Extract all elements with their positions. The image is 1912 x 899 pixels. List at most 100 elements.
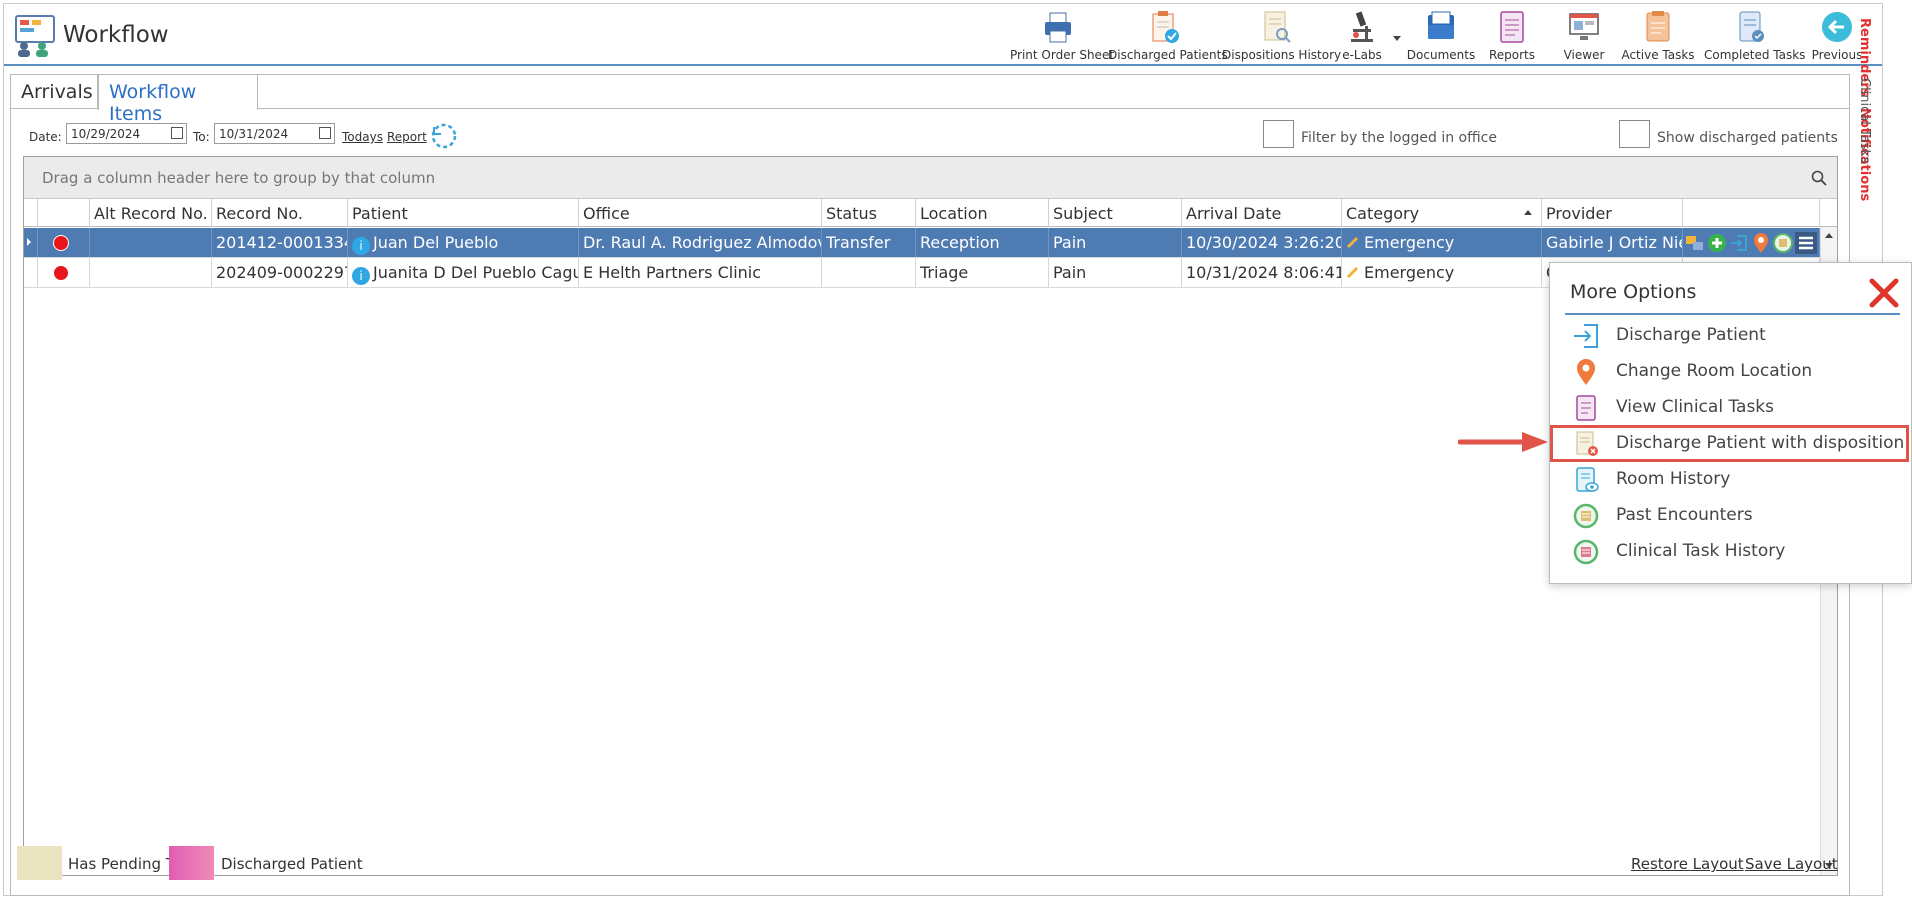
column-header-status-dot[interactable] [38, 199, 90, 227]
documents-icon [1428, 11, 1454, 39]
toolbar-label: Documents [1406, 48, 1476, 62]
reports-button[interactable]: Reports [1480, 6, 1544, 64]
show-discharged-checkbox[interactable] [1619, 120, 1650, 148]
status-dot-cell [38, 258, 90, 287]
encounter-icon[interactable] [1773, 233, 1793, 253]
tab-divider [11, 108, 1849, 109]
subject-cell: Pain [1049, 228, 1182, 257]
clinical-task-history-icon [1573, 539, 1599, 565]
past-encounters-icon [1573, 503, 1599, 529]
scroll-up-arrow-icon[interactable] [1825, 233, 1833, 238]
menu-item-change-room-location[interactable]: Change Room Location [1564, 355, 1904, 389]
active-tasks-button[interactable]: Active Tasks [1620, 6, 1696, 64]
menu-item-clinical-task-history[interactable]: Clinical Task History [1564, 535, 1904, 569]
discharge-icon[interactable] [1729, 233, 1749, 253]
discharged-patients-button[interactable]: Discharged Patients [1108, 6, 1228, 64]
print-order-sheet-button[interactable]: Print Order Sheet [1010, 6, 1114, 64]
clinical-tasks-icon [1576, 395, 1596, 421]
toolbar-label: Reports [1488, 48, 1536, 62]
completed-tasks-button[interactable]: Completed Tasks [1704, 6, 1805, 64]
menu-item-label: View Clinical Tasks [1616, 397, 1774, 417]
filter-office-checkbox[interactable] [1263, 120, 1294, 148]
todays-link[interactable]: Todays [342, 130, 383, 144]
menu-item-room-history[interactable]: Room History [1564, 463, 1904, 497]
toolbar-label: e-Labs [1342, 48, 1382, 62]
column-header-status[interactable]: Status [822, 199, 916, 227]
calendar-icon[interactable] [319, 127, 331, 139]
clinical-tasks-tab[interactable]: Clinical Tasks [1857, 78, 1872, 164]
restore-layout-link[interactable]: Restore Layout [1631, 855, 1744, 873]
status-cell: Transfer [822, 228, 916, 257]
e-labs-button[interactable]: e-Labs [1334, 6, 1390, 64]
dispositions-history-icon [1264, 11, 1291, 43]
red-status-dot-icon [53, 265, 69, 281]
search-icon[interactable] [1811, 170, 1827, 186]
add-icon[interactable] [1707, 233, 1727, 253]
date-to-field[interactable]: 10/31/2024 [214, 123, 335, 144]
column-header-record[interactable]: Record No. [212, 199, 348, 227]
chevron-down-icon [1393, 36, 1401, 41]
discharged-patient-swatch [169, 846, 214, 880]
red-status-dot-icon [53, 235, 69, 251]
transfer-icon[interactable] [1685, 233, 1705, 253]
column-header-actions [1683, 199, 1820, 227]
menu-item-label: Change Room Location [1616, 361, 1813, 381]
column-header-patient[interactable]: Patient [348, 199, 579, 227]
menu-icon[interactable] [1795, 232, 1817, 254]
viewer-button[interactable]: Viewer [1552, 6, 1616, 64]
column-header-office[interactable]: Office [579, 199, 822, 227]
refresh-icon[interactable] [429, 121, 459, 151]
popup-divider [1565, 313, 1900, 315]
row-indicator [24, 258, 38, 287]
tab-arrivals[interactable]: Arrivals [10, 74, 98, 109]
dispositions-history-button[interactable]: Dispositions History [1222, 6, 1341, 64]
save-layout-link[interactable]: Save Layout [1745, 855, 1838, 873]
patient-cell[interactable]: i Juanita D Del Pueblo Caguas [348, 258, 579, 287]
menu-item-label: Past Encounters [1616, 505, 1753, 525]
info-icon[interactable]: i [352, 237, 370, 255]
menu-item-discharge-patient[interactable]: Discharge Patient [1564, 319, 1904, 353]
discharge-icon [1574, 324, 1598, 348]
discharged-patients-icon [1152, 11, 1179, 43]
category-text: Emergency [1364, 263, 1455, 282]
column-header-arrival-date[interactable]: Arrival Date [1182, 199, 1342, 227]
active-tasks-icon [1646, 11, 1670, 42]
location-pin-icon[interactable] [1751, 232, 1771, 254]
status-cell [822, 258, 916, 287]
column-header-alt-record[interactable]: Alt Record No. [90, 199, 212, 227]
category-cell: Emergency [1342, 228, 1542, 257]
column-header-category[interactable]: Category [1342, 199, 1542, 227]
category-text: Emergency [1364, 233, 1455, 252]
column-header-row: Alt Record No. Record No. Patient Office… [24, 199, 1837, 227]
tab-workflow-items[interactable]: Workflow Items [98, 74, 258, 125]
annotation-arrow-icon [1458, 432, 1548, 452]
column-header-subject[interactable]: Subject [1049, 199, 1182, 227]
office-cell: E Helth Partners Clinic [579, 258, 822, 287]
location-cell: Triage [916, 258, 1049, 287]
close-icon[interactable] [1866, 275, 1902, 311]
documents-button[interactable]: Documents [1406, 6, 1476, 64]
patient-name: Juan Del Pueblo [373, 233, 499, 252]
e-labs-dropdown[interactable] [1390, 6, 1404, 64]
reports-icon [1500, 11, 1524, 43]
to-label: To: [193, 130, 210, 144]
menu-item-label: Room History [1616, 469, 1731, 489]
show-discharged-label: Show discharged patients [1657, 130, 1838, 146]
group-by-panel[interactable]: Drag a column header here to group by th… [24, 157, 1837, 199]
column-header-provider[interactable]: Provider [1542, 199, 1683, 227]
menu-item-label: Discharge Patient [1616, 325, 1766, 345]
info-icon[interactable]: i [352, 267, 370, 285]
toolbar-label: Active Tasks [1621, 48, 1695, 62]
table-row[interactable]: 201412-0001334 i Juan Del Pueblo Dr. Raul… [24, 228, 1837, 258]
date-from-field[interactable]: 10/29/2024 [66, 123, 187, 144]
filter-office-label: Filter by the logged in office [1301, 130, 1497, 146]
filter-bar: Date: 10/29/2024 To: 10/31/2024 Todays R… [11, 120, 1849, 151]
pending-tasks-swatch [17, 846, 62, 880]
calendar-icon[interactable] [171, 127, 183, 139]
report-link[interactable]: Report [387, 130, 427, 144]
menu-item-view-clinical-tasks[interactable]: View Clinical Tasks [1564, 391, 1904, 425]
menu-item-past-encounters[interactable]: Past Encounters [1564, 499, 1904, 533]
row-indicator [24, 228, 38, 257]
column-header-location[interactable]: Location [916, 199, 1049, 227]
patient-cell[interactable]: i Juan Del Pueblo [348, 228, 579, 257]
